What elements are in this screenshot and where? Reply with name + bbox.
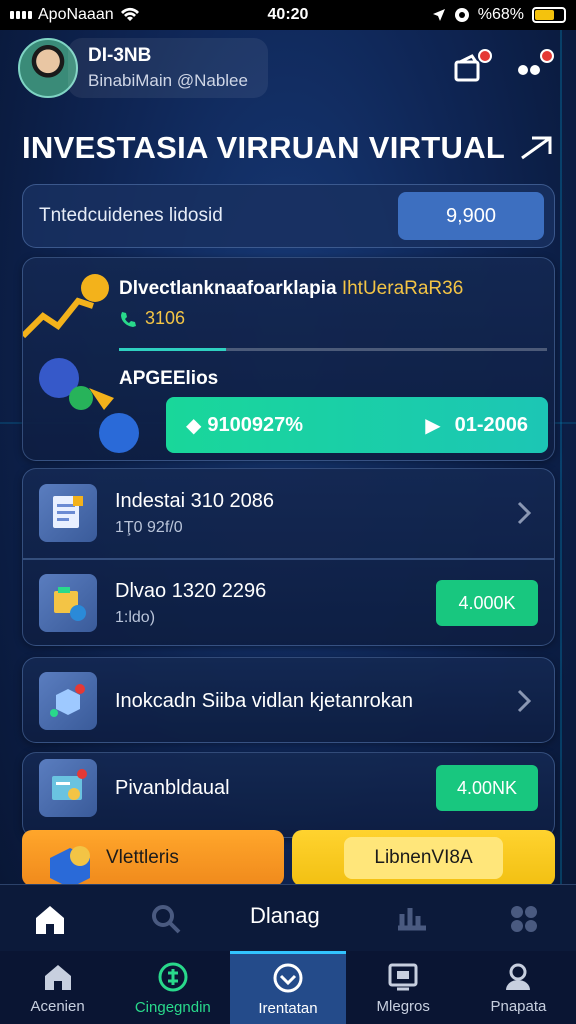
apps-icon xyxy=(511,906,537,932)
tab-profile[interactable]: Pnapata xyxy=(461,951,576,1024)
wallet-button[interactable] xyxy=(452,49,492,83)
phone-icon xyxy=(121,311,136,327)
tab-investasi[interactable]: Irentatan xyxy=(230,951,346,1024)
promo-button-left[interactable]: Vlettleris xyxy=(22,830,284,888)
tab-messages[interactable]: Mlegros xyxy=(346,951,461,1024)
list-item[interactable]: Dlvao 1320 2296 1:ldo) 4.000K xyxy=(23,559,554,647)
stats-icon xyxy=(398,908,426,931)
gem-icon: ◆ xyxy=(186,414,202,437)
list-item[interactable]: Inokcadn Siiba vidlan kjetanrokan xyxy=(23,658,554,744)
user-info[interactable]: DI-3NB BinabiMain @Nablee xyxy=(68,38,268,98)
play-icon: ▶ xyxy=(425,414,441,437)
invest-amount-button[interactable]: 4.000K xyxy=(436,580,538,626)
hero-bar-left: 9100927% xyxy=(207,413,304,436)
messages-icon xyxy=(388,963,418,990)
list-item-subtitle: 1Ţ0 92f/0 xyxy=(115,518,183,536)
list-item-title: Inokcadn Siiba vidlan kjetanrokan xyxy=(115,689,413,712)
amount-button[interactable]: 9,900 xyxy=(398,192,544,240)
list-item-title: Dlvao 1320 2296 xyxy=(115,579,267,602)
home-icon xyxy=(44,964,71,990)
hero-bar-right: 01-2006 xyxy=(454,413,528,436)
promo-button-right[interactable]: LibnenVI8A xyxy=(292,830,555,886)
tab-coins[interactable]: Cingegndin xyxy=(115,951,230,1024)
profile-header: DI-3NB BinabiMain @Nablee xyxy=(18,34,558,102)
search-icon xyxy=(152,905,181,934)
growth-chart-icon xyxy=(23,274,109,339)
chevron-right-icon xyxy=(517,501,532,525)
shield-icon xyxy=(273,963,303,993)
tab-home[interactable]: Acenien xyxy=(0,951,115,1024)
battery-icon xyxy=(532,7,566,23)
search-row: Tntedcuidenes lidosid 9,900 xyxy=(22,184,555,248)
investment-list-card: Pivanbldaual 4.00NK xyxy=(22,752,555,838)
promo-left-label: Vlettleris xyxy=(106,847,179,868)
cube-icon xyxy=(50,846,90,888)
status-bar: ApoNaaan 40:20 %68% xyxy=(0,0,576,30)
status-time: 40:20 xyxy=(267,6,309,23)
page-title: INVESTASIA VIRRUAN VIRTUAL xyxy=(22,130,506,165)
hero-title: Dlvectlanknaafoarklapia IhtUeraRaR36 xyxy=(119,278,463,300)
hero-phone-value: 3106 xyxy=(119,308,185,329)
sub-nav: Dlanag xyxy=(0,885,576,951)
sub-nav-stats[interactable] xyxy=(392,899,432,939)
hero-progress xyxy=(119,348,547,351)
more-button[interactable] xyxy=(514,49,554,83)
list-item-title: Indestai 310 2086 xyxy=(115,489,275,512)
tab-bar: Acenien Cingegndin Irentatan Mlegros Pna… xyxy=(0,951,576,1024)
sub-nav-center-label[interactable]: Dlanag xyxy=(250,903,320,929)
chevron-right-icon xyxy=(517,689,532,713)
search-input[interactable]: Tntedcuidenes lidosid xyxy=(23,205,398,227)
user-name: DI-3NB xyxy=(88,45,152,66)
list-item[interactable]: Pivanbldaual 4.00NK xyxy=(23,753,554,823)
investment-list-card: Inokcadn Siiba vidlan kjetanrokan xyxy=(22,657,555,743)
box-icon xyxy=(39,672,97,730)
certificate-icon xyxy=(39,759,97,817)
user-handle: BinabiMain @Nablee xyxy=(88,71,248,90)
investment-hero-card[interactable]: Dlvectlanknaafoarklapia IhtUeraRaR36 310… xyxy=(22,257,555,461)
hero-title-accent: IhtUeraRaR36 xyxy=(341,278,464,299)
document-icon xyxy=(39,484,97,542)
notification-badge xyxy=(540,49,554,63)
network-icon xyxy=(39,358,139,453)
hero-return-bar[interactable]: ◆ 9100927% ▶ 01-2006 xyxy=(166,397,548,453)
list-item[interactable]: Indestai 310 2086 1Ţ0 92f/0 xyxy=(23,469,554,557)
notification-badge xyxy=(478,49,492,63)
home-icon xyxy=(36,906,64,934)
title-row: INVESTASIA VIRRUAN VIRTUAL xyxy=(22,126,554,170)
tab-label: Irentatan xyxy=(258,1000,318,1017)
tab-label: Acenien xyxy=(30,997,85,1015)
send-arrow-icon[interactable] xyxy=(518,134,554,162)
promo-right-label: LibnenVI8A xyxy=(344,837,503,879)
tab-label: Pnapata xyxy=(490,997,547,1015)
hero-title-main: Dlvectlanknaafoarklapia xyxy=(119,278,337,299)
profile-icon xyxy=(506,963,531,990)
coin-icon xyxy=(158,962,188,991)
invest-amount-button[interactable]: 4.00NK xyxy=(436,765,538,811)
investment-list-card: Indestai 310 2086 1Ţ0 92f/0 Dlvao 1320 2… xyxy=(22,468,555,646)
list-item-title: Pivanbldaual xyxy=(115,776,230,799)
sub-nav-home[interactable] xyxy=(30,899,70,939)
list-item-subtitle: 1:ldo) xyxy=(115,608,156,626)
sub-nav-search[interactable] xyxy=(146,899,186,939)
package-icon xyxy=(39,574,97,632)
tab-label: Cingegndin xyxy=(134,998,211,1016)
bottom-navigation: Dlanag Acenien Cingegndin Irentatan Mleg… xyxy=(0,884,576,1024)
sub-nav-apps[interactable] xyxy=(504,899,544,939)
tab-label: Mlegros xyxy=(376,997,430,1015)
